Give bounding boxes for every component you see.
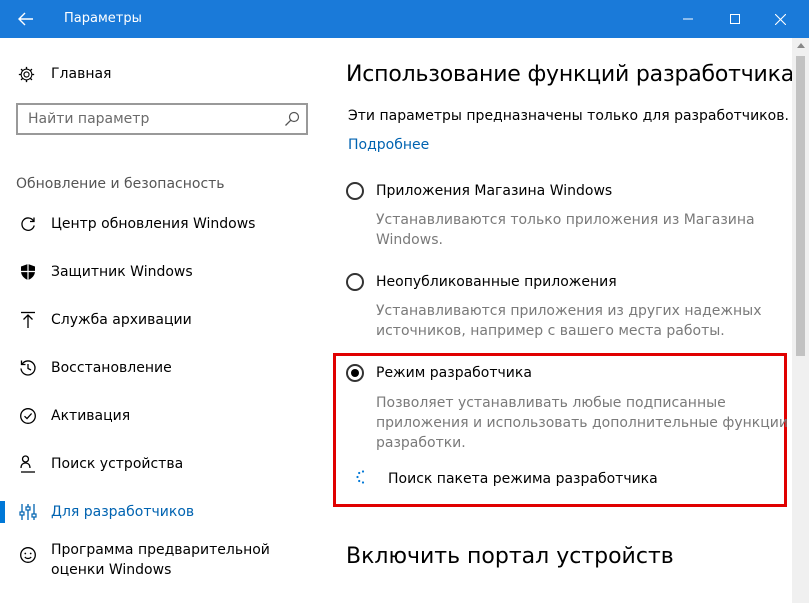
close-button[interactable] [757,0,803,38]
sidebar-item-defender[interactable]: Защитник Windows [0,252,330,292]
shield-icon [19,263,37,281]
scroll-up-button[interactable] [792,38,809,52]
back-arrow-icon [18,12,33,26]
loading-spinner-icon [356,470,365,484]
gear-icon [18,66,35,82]
radio-store-apps[interactable]: Приложения Магазина Windows [346,182,612,200]
radio-label: Режим разработчика [376,365,532,381]
back-button[interactable] [0,0,52,38]
refresh-icon [19,215,37,233]
minimize-button[interactable] [665,0,711,38]
page-title: Использование функций разработчика [346,62,795,87]
option-description: Устанавливаются только приложения из Маг… [376,210,755,250]
sidebar-item-windows-update[interactable]: Центр обновления Windows [0,204,330,244]
option-description: Устанавливаются приложения из других над… [376,301,762,341]
search-placeholder: Найти параметр [28,111,150,127]
sidebar-item-find-device[interactable]: Поиск устройства [0,444,330,484]
radio-circle[interactable] [346,273,364,291]
radio-circle[interactable] [346,182,364,200]
chevron-up-icon [796,42,805,48]
sidebar-item-label: Поиск устройства [51,456,184,472]
title-bar: Параметры [0,0,809,38]
option-description-line: Позволяет устанавливать любые подписанны… [376,395,726,411]
option-description-line: источников, например с вашего места рабо… [376,323,725,339]
search-input[interactable]: Найти параметр [16,103,308,135]
sidebar-item-recovery[interactable]: Восстановление [0,348,330,388]
sidebar-item-activation[interactable]: Активация [0,396,330,436]
search-icon[interactable] [284,111,300,127]
sidebar-item-label: Служба архивации [51,312,192,328]
radio-developer-mode[interactable]: Режим разработчика [346,364,532,382]
maximize-button[interactable] [712,0,758,38]
sidebar-item-label: Активация [51,408,131,424]
option-description-line: приложения и использовать дополнительные… [376,415,788,431]
option-description-line: Windows. [376,232,443,248]
page-description: Эти параметры предназначены только для р… [348,108,789,124]
scrollbar[interactable] [792,38,809,603]
window-title: Параметры [64,11,142,26]
sidebar-item-label: Защитник Windows [51,264,193,280]
radio-label: Неопубликованные приложения [376,274,617,290]
radio-sideload-apps[interactable]: Неопубликованные приложения [346,273,617,291]
sidebar-item-developers[interactable]: Для разработчиков [0,492,330,532]
radio-label: Приложения Магазина Windows [376,183,613,199]
section-title: Включить портал устройств [346,544,674,569]
home-label: Главная [51,66,112,82]
developer-tools-icon [19,503,37,521]
insider-face-icon [19,546,37,564]
sidebar-item-backup[interactable]: Служба архивации [0,300,330,340]
option-description: Позволяет устанавливать любые подписанны… [376,393,788,453]
maximize-icon [730,14,740,24]
sidebar-item-label: Для разработчиков [51,504,195,520]
option-description-line: Устанавливаются приложения из других над… [376,303,762,319]
backup-arrow-icon [19,311,37,329]
sidebar-item-label: Восстановление [51,360,172,376]
minimize-icon [683,18,693,20]
status-text: Поиск пакета режима разработчика [388,471,658,487]
radio-circle-selected[interactable] [346,364,364,382]
history-icon [19,359,37,377]
sidebar-item-label: Центр обновления Windows [51,216,256,232]
scroll-thumb[interactable] [796,56,805,356]
sidebar-section-heading: Обновление и безопасность [16,176,225,192]
sidebar-item-insider[interactable]: Программа предварительной оценки Windows [0,540,330,584]
option-description-line: Устанавливаются только приложения из Маг… [376,212,755,228]
option-description-line: разработки. [376,435,466,451]
close-icon [774,13,786,25]
sidebar-item-label: Программа предварительной оценки Windows [51,542,270,578]
home-nav-item[interactable]: Главная [18,64,111,84]
check-circle-icon [19,407,37,425]
person-pin-icon [19,455,37,473]
more-link[interactable]: Подробнее [348,137,429,153]
